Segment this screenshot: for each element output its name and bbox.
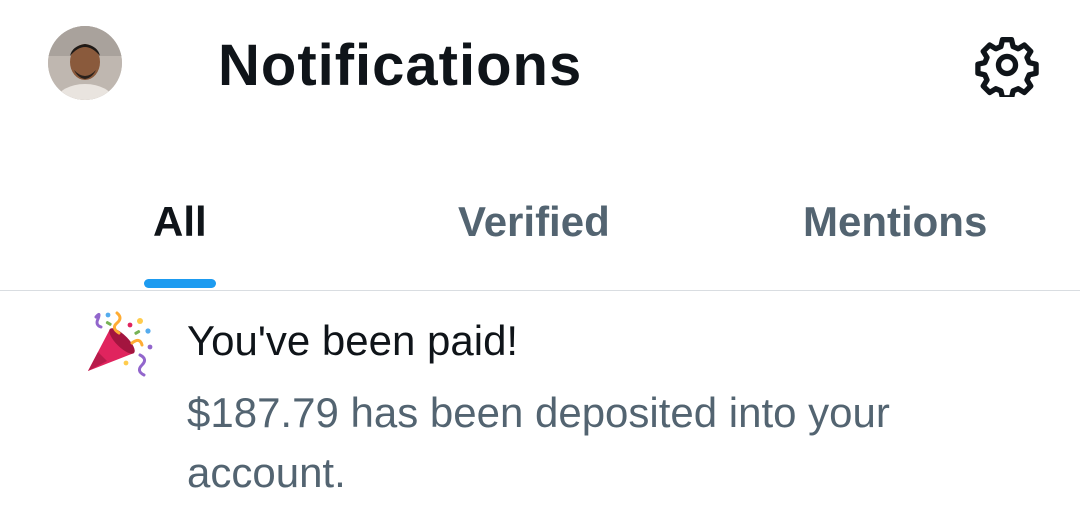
- active-tab-indicator: [144, 279, 216, 288]
- notification-body: $187.79 has been deposited into your acc…: [187, 389, 890, 496]
- notification-title: You've been paid!: [187, 317, 519, 364]
- tab-verified[interactable]: Verified: [458, 196, 610, 248]
- page-title: Notifications: [218, 33, 583, 98]
- tab-all[interactable]: All: [153, 196, 207, 248]
- settings-button[interactable]: [972, 30, 1042, 100]
- notifications-screen: Notifications All Verified Mentions You'…: [0, 0, 1080, 527]
- notification-item[interactable]: You've been paid! $187.79 has been depos…: [0, 291, 1080, 527]
- tab-bar: All Verified Mentions: [0, 180, 1080, 290]
- avatar[interactable]: [48, 26, 122, 100]
- tab-mentions[interactable]: Mentions: [803, 196, 987, 248]
- party-popper-icon: [82, 307, 158, 383]
- gear-icon: [975, 37, 1039, 97]
- top-bar: Notifications: [0, 0, 1080, 140]
- user-avatar-icon: [48, 26, 122, 100]
